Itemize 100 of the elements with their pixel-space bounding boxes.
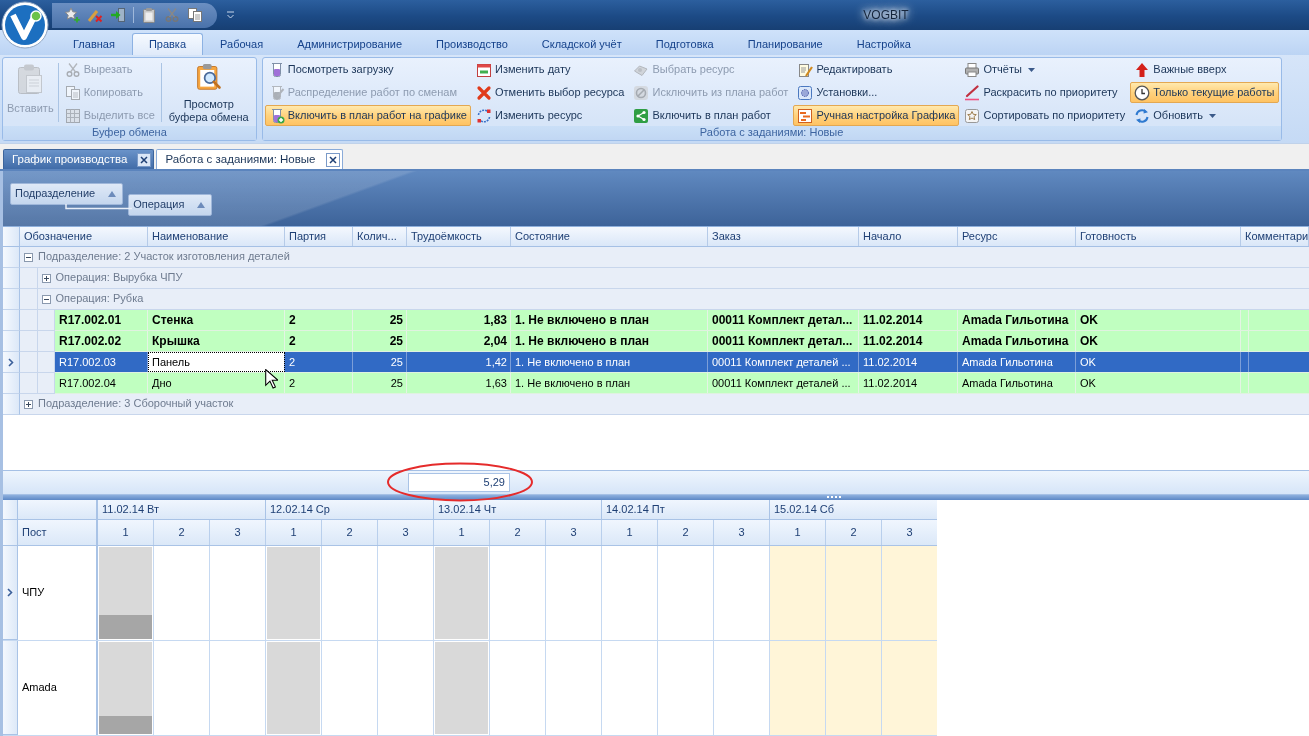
indent-cell bbox=[20, 331, 38, 352]
schedule-cell[interactable] bbox=[770, 641, 826, 735]
column-header[interactable]: Обозначение bbox=[20, 227, 148, 246]
schedule-cell[interactable] bbox=[826, 546, 882, 640]
group-label: Операция: Рубка bbox=[55, 292, 144, 306]
table-cell: R17.002.04 bbox=[55, 373, 148, 393]
document-tab[interactable]: Работа с заданиями: Новые bbox=[156, 149, 343, 169]
close-icon[interactable] bbox=[325, 152, 340, 167]
row-header[interactable] bbox=[3, 546, 18, 640]
group-label: Подразделение: 3 Сборочный участок bbox=[38, 397, 234, 411]
minus-box-icon[interactable] bbox=[41, 294, 51, 304]
no-entry-icon bbox=[633, 84, 650, 101]
table-row[interactable]: R17.002.04 Дно 2 25 1,63 1. Не включено в план 00011 Комплект деталей ... 11.02.2014 Amada Гильотина OK bbox=[55, 373, 1309, 394]
broom-cross-icon[interactable] bbox=[87, 7, 103, 23]
ribbon-button[interactable]: Важные вверх bbox=[1130, 59, 1231, 80]
grip-icon[interactable] bbox=[827, 496, 843, 499]
table-cell: Amada Гильотина bbox=[958, 331, 1076, 351]
table-row[interactable]: R17.002.02 Крышка 2 25 2,04 1. Не включено в план 00011 Комплект детал... 11.02.2014 Amada Гильотина OK bbox=[55, 331, 1309, 352]
group-caption: Буфер обмена bbox=[3, 126, 256, 140]
minus-box-icon[interactable] bbox=[24, 252, 33, 262]
column-header[interactable]: Начало bbox=[859, 227, 958, 246]
table-cell: 25 bbox=[353, 310, 407, 330]
clipboard-icon[interactable] bbox=[141, 7, 157, 23]
shift-header: 2 bbox=[322, 520, 378, 545]
ribbon-button[interactable]: Сортировать по приоритету bbox=[960, 105, 1130, 126]
ribbon-tab[interactable]: Планирование bbox=[730, 33, 840, 55]
ribbon-button[interactable]: Включить в план работ на графике bbox=[264, 105, 471, 126]
ribbon-tab[interactable]: Правка bbox=[131, 33, 204, 55]
ribbon-tab[interactable]: Настройка bbox=[839, 33, 928, 55]
row-header[interactable] bbox=[3, 268, 20, 289]
close-icon[interactable] bbox=[137, 152, 152, 167]
ribbon-tab[interactable]: Администрирование bbox=[280, 33, 420, 55]
plus-box-icon[interactable] bbox=[41, 273, 51, 283]
group-by-button[interactable]: Операция bbox=[128, 194, 213, 216]
schedule-cell[interactable] bbox=[826, 641, 882, 735]
ribbon-button[interactable]: Только текущие работы bbox=[1130, 82, 1279, 103]
settings-icon bbox=[797, 84, 814, 101]
ribbon-button[interactable]: Отменить выбор ресурса bbox=[471, 82, 629, 103]
column-header[interactable]: Колич... bbox=[353, 227, 407, 246]
column-header[interactable]: Заказ bbox=[708, 227, 859, 246]
document-tab[interactable]: График производства bbox=[3, 149, 155, 169]
row-header[interactable] bbox=[3, 641, 18, 735]
column-header[interactable]: Состояние bbox=[511, 227, 708, 246]
scissors-icon bbox=[64, 61, 81, 78]
ribbon-button[interactable]: Изменить ресурс bbox=[471, 105, 587, 126]
cross-icon bbox=[475, 84, 492, 101]
copy-icon[interactable] bbox=[187, 7, 203, 23]
shift-header: 1 bbox=[266, 520, 322, 545]
row-header[interactable] bbox=[3, 331, 20, 352]
schedule-cell[interactable] bbox=[770, 546, 826, 640]
scissors-icon[interactable] bbox=[164, 7, 180, 23]
ribbon-button[interactable]: Обновить bbox=[1130, 105, 1221, 126]
group-by-button[interactable]: Подразделение bbox=[10, 183, 124, 205]
table-row[interactable]: R17.002.03 Панель 2 25 1,42 1. Не включено в план 00011 Комплект деталей ... 11.02.2014 Amada Гильотина OK bbox=[55, 352, 1309, 373]
column-header[interactable]: Трудоёмкость bbox=[407, 227, 511, 246]
ribbon-button[interactable]: Изменить дату bbox=[471, 59, 575, 80]
schedule-cell[interactable] bbox=[882, 546, 937, 640]
brush-icon bbox=[964, 84, 981, 101]
ribbon-button[interactable]: Редактировать bbox=[793, 59, 897, 80]
row-header[interactable] bbox=[3, 289, 20, 310]
ribbon-button[interactable]: Отчёты bbox=[960, 59, 1039, 80]
column-header[interactable]: Ресурс bbox=[958, 227, 1076, 246]
row-header[interactable] bbox=[3, 352, 20, 373]
star-plus-icon[interactable] bbox=[64, 7, 80, 23]
shift-header: 2 bbox=[154, 520, 210, 545]
row-header[interactable] bbox=[3, 373, 20, 394]
table-row[interactable]: R17.002.01 Стенка 2 25 1,83 1. Не включено в план 00011 Комплект детал... 11.02.2014 Amada Гильотина OK bbox=[55, 310, 1309, 331]
table-cell: OK bbox=[1076, 352, 1241, 372]
ribbon-button[interactable]: Установки... bbox=[793, 82, 882, 103]
column-header[interactable]: Наименование bbox=[148, 227, 285, 246]
ribbon-button[interactable]: Посмотреть загрузку bbox=[264, 59, 398, 80]
ribbon-tab[interactable]: Главная bbox=[56, 33, 132, 55]
ribbon-button[interactable]: Включить в план работ bbox=[629, 105, 775, 126]
ribbon-tab[interactable]: Складской учёт bbox=[524, 33, 639, 55]
plus-box-icon[interactable] bbox=[24, 399, 33, 409]
ribbon-tab[interactable]: Производство bbox=[419, 33, 525, 55]
printer-icon bbox=[964, 61, 981, 78]
shift-header: 1 bbox=[602, 520, 658, 545]
notepad-pencil-icon bbox=[797, 61, 814, 78]
table-cell: OK bbox=[1076, 310, 1241, 330]
table-cell: 2,04 bbox=[407, 331, 511, 351]
schedule-cell[interactable] bbox=[882, 641, 937, 735]
table-cell: 11.02.2014 bbox=[859, 310, 958, 330]
table-cell: 11.02.2014 bbox=[859, 331, 958, 351]
ribbon-button[interactable]: Ручная настройка Графика bbox=[793, 105, 960, 126]
day-header: 13.02.14 Чт bbox=[434, 500, 602, 519]
row-header[interactable] bbox=[3, 310, 20, 331]
day-header: 12.02.14 Ср bbox=[266, 500, 434, 519]
column-header[interactable]: Партия bbox=[285, 227, 353, 246]
table-cell: 2 bbox=[285, 352, 353, 372]
ribbon-tab[interactable]: Рабочая bbox=[203, 33, 281, 55]
shift-header: 3 bbox=[714, 520, 770, 545]
customize-caret-icon[interactable] bbox=[226, 11, 235, 19]
up-arrow-icon bbox=[1134, 61, 1151, 78]
column-header[interactable]: Готовность bbox=[1076, 227, 1241, 246]
ribbon-button[interactable]: Раскрасить по приоритету bbox=[960, 82, 1122, 103]
window-title: VOGBIT bbox=[862, 7, 910, 23]
door-arrow-icon[interactable] bbox=[110, 7, 126, 23]
ribbon-button[interactable]: Просмотр буфера обмена bbox=[163, 59, 254, 125]
ribbon-tab[interactable]: Подготовка bbox=[638, 33, 731, 55]
